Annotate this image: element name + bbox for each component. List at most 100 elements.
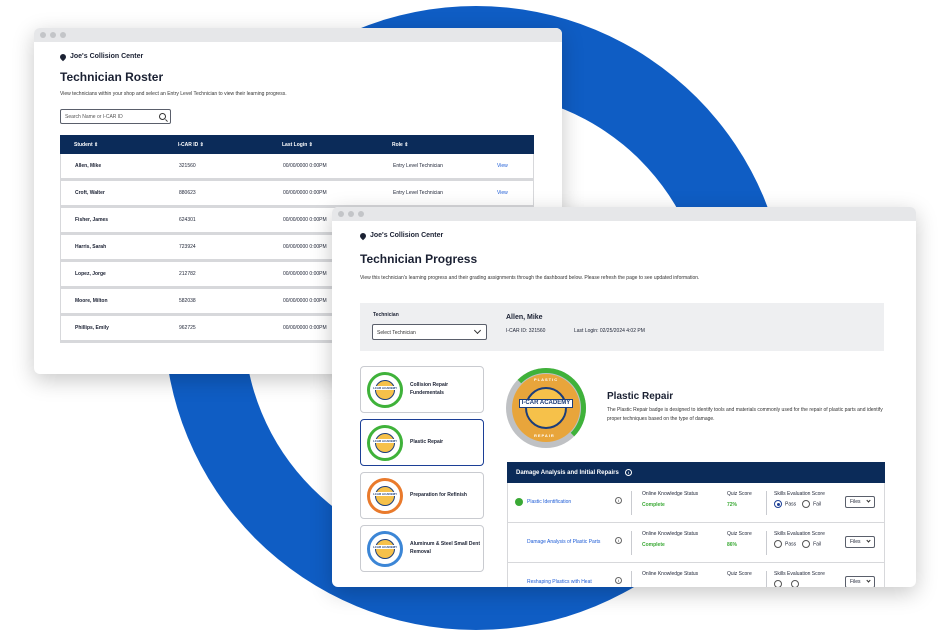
- technician-last-login: Last Login: 02/25/2024 4:02 PM: [574, 328, 645, 334]
- badge-icon: I-CAR ACADEMY: [367, 424, 403, 461]
- progress-window: Joe's Collision Center Technician Progre…: [332, 207, 916, 587]
- student-id: 880623: [179, 190, 196, 196]
- search-input[interactable]: Search Name or I-CAR ID: [60, 109, 171, 124]
- student-name: Lopez, Jorge: [75, 271, 106, 277]
- shop-name: Joe's Collision Center: [70, 53, 144, 60]
- window-dot-icon: [50, 32, 56, 38]
- fail-radio[interactable]: [791, 580, 802, 587]
- student-name: Fisher, James: [75, 217, 109, 223]
- location-pin-icon: [358, 231, 368, 240]
- info-icon[interactable]: i: [615, 577, 622, 584]
- plastic-repair-badge-icon: PLASTIC I-CAR ACADEMY REPAIR: [506, 368, 586, 448]
- skill-link[interactable]: Damage Analysis of Plastic Parts: [527, 539, 600, 545]
- files-dropdown[interactable]: Files: [845, 496, 875, 508]
- page-description: View this technician's learning progress…: [360, 275, 700, 281]
- skills-label: Skills Evaluation Score: [774, 491, 825, 497]
- files-dropdown[interactable]: Files: [845, 536, 875, 548]
- skill-link[interactable]: Plastic Identification: [527, 499, 571, 505]
- quiz-label: Quiz Score: [727, 491, 752, 497]
- student-id: 624301: [179, 217, 196, 223]
- badge-description: The Plastic Repair badge is designed to …: [607, 407, 883, 422]
- page-title: Technician Progress: [360, 252, 478, 266]
- view-link[interactable]: View: [497, 163, 533, 169]
- skill-row: Reshaping Plastics with Heat i Online Know…: [507, 563, 885, 587]
- student-last-login: 00/00/0000 0:00PM: [283, 163, 327, 169]
- student-id: 962725: [179, 325, 196, 331]
- window-dot-icon: [358, 211, 364, 217]
- chevron-down-icon: [866, 498, 871, 503]
- page-title: Technician Roster: [60, 70, 164, 84]
- student-name: Phillips, Emily: [75, 325, 109, 331]
- badge-title: Plastic Repair: [607, 391, 674, 402]
- badge-top-text: PLASTIC: [534, 377, 559, 382]
- column-header-icar-id[interactable]: I-CAR ID ⇕: [164, 142, 268, 148]
- search-placeholder: Search Name or I-CAR ID: [65, 114, 123, 120]
- student-id: 212782: [179, 271, 196, 277]
- badge-center-text: I-CAR ACADEMY: [519, 399, 573, 409]
- skill-link[interactable]: Reshaping Plastics with Heat: [527, 579, 592, 585]
- student-role: Entry Level Technician: [393, 190, 443, 196]
- fail-radio[interactable]: Fail: [802, 500, 821, 508]
- column-header-last-login[interactable]: Last Login ⇕: [268, 142, 378, 148]
- window-dot-icon: [60, 32, 66, 38]
- window-dot-icon: [348, 211, 354, 217]
- badge-list: I-CAR ACADEMY Collision Repair Fundementa…: [360, 366, 484, 578]
- pass-radio[interactable]: Pass: [774, 540, 796, 548]
- student-id: 723924: [179, 244, 196, 250]
- skill-row: Damage Analysis of Plastic Parts i Online …: [507, 523, 885, 563]
- chevron-down-icon: [866, 578, 871, 583]
- shop-location: Joe's Collision Center: [58, 52, 144, 61]
- badge-name: Plastic Repair: [410, 438, 444, 445]
- window-titlebar: [34, 28, 562, 42]
- badge-icon: I-CAR ACADEMY: [367, 530, 403, 567]
- table-row: Croft, Walter 880623 00/00/0000 0:00PM Entr…: [60, 181, 534, 208]
- student-name: Moore, Milton: [75, 298, 108, 304]
- chevron-down-icon: [866, 538, 871, 543]
- search-icon[interactable]: [159, 113, 166, 120]
- badge-card[interactable]: I-CAR ACADEMY Preparation for Refinish: [360, 472, 484, 519]
- window-dot-icon: [40, 32, 46, 38]
- damage-analysis-section: Damage Analysis and Initial Repairs i Pl…: [507, 462, 885, 587]
- column-header-role[interactable]: Role ⇕: [378, 142, 496, 148]
- quiz-label: Quiz Score: [727, 531, 752, 537]
- technician-label: Technician: [373, 312, 399, 318]
- info-icon[interactable]: i: [615, 497, 622, 504]
- view-link[interactable]: View: [497, 190, 533, 196]
- knowledge-label: Online Knowledge Status: [642, 531, 699, 537]
- page-description: View technicians within your shop and se…: [60, 91, 287, 97]
- chevron-down-icon: [473, 326, 482, 335]
- pass-radio[interactable]: Pass: [774, 500, 796, 508]
- badge-name: Collision Repair Fundementals: [410, 382, 449, 396]
- badge-name: Preparation for Refinish: [410, 491, 467, 498]
- technician-select[interactable]: Select Technician: [372, 324, 487, 340]
- badge-card[interactable]: I-CAR ACADEMY Plastic Repair: [360, 419, 484, 466]
- badge-card[interactable]: I-CAR ACADEMY Aluminum & Steel Small Dent…: [360, 525, 484, 572]
- quiz-score: 72%: [727, 502, 738, 508]
- window-dot-icon: [338, 211, 344, 217]
- badge-icon: I-CAR ACADEMY: [367, 371, 403, 408]
- student-id: 321560: [179, 163, 196, 169]
- column-header-student[interactable]: Student ⇕: [60, 142, 164, 148]
- student-id: 582038: [179, 298, 196, 304]
- info-icon[interactable]: i: [615, 537, 622, 544]
- shop-location: Joe's Collision Center: [358, 231, 444, 240]
- skill-row: Plastic Identification i Online Knowledge …: [507, 483, 885, 523]
- badge-card[interactable]: I-CAR ACADEMY Collision Repair Fundementa…: [360, 366, 484, 413]
- section-title: Damage Analysis and Initial Repairs: [516, 469, 619, 476]
- pass-radio[interactable]: [774, 580, 785, 587]
- knowledge-status: Complete: [642, 542, 665, 548]
- skills-label: Skills Evaluation Score: [774, 571, 825, 577]
- student-name: Allen, Mike: [75, 163, 102, 169]
- shop-name: Joe's Collision Center: [370, 232, 444, 239]
- info-icon[interactable]: i: [624, 469, 632, 476]
- knowledge-status: Complete: [642, 502, 665, 508]
- student-name: Croft, Walter: [75, 190, 105, 196]
- technician-id: I-CAR ID: 321560: [506, 328, 546, 334]
- knowledge-label: Online Knowledge Status: [642, 491, 699, 497]
- badge-name: Aluminum & Steel Small Dent Removal: [410, 541, 481, 555]
- table-row: Allen, Mike 321560 00/00/0000 0:00PM Entry …: [60, 154, 534, 181]
- technician-name: Allen, Mike: [506, 314, 543, 321]
- fail-radio[interactable]: Fail: [802, 540, 821, 548]
- files-dropdown[interactable]: Files: [845, 576, 875, 587]
- badge-bottom-text: REPAIR: [534, 433, 555, 438]
